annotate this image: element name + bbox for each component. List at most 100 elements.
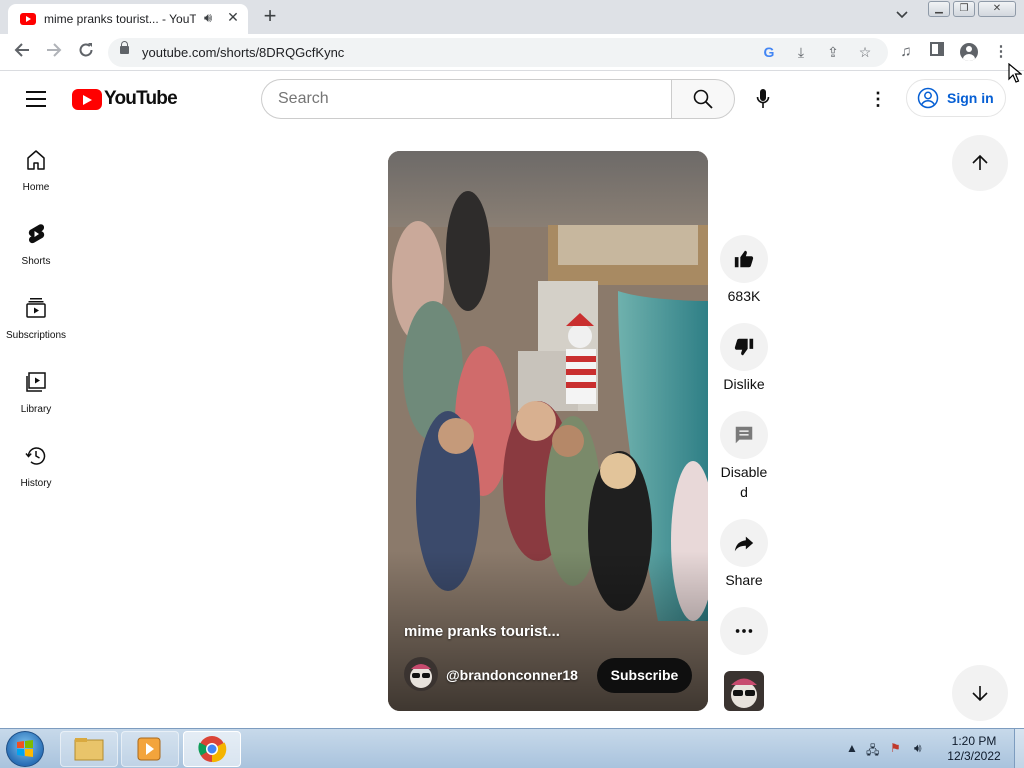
bookmark-star-icon[interactable]: ☆ xyxy=(856,43,874,61)
channel-avatar-image xyxy=(404,657,438,691)
guide-item-home[interactable]: Home xyxy=(0,148,72,218)
arrow-down-icon xyxy=(972,686,988,702)
sound-thumbnail-image xyxy=(724,671,764,711)
shorts-video-player[interactable]: mime pranks tourist... @brandonconner18 … xyxy=(388,151,708,711)
guide-menu-icon[interactable] xyxy=(26,91,46,107)
sound-thumbnail[interactable] xyxy=(724,671,764,711)
tab-title: mime pranks tourist... - YouTube xyxy=(44,12,196,26)
url-text[interactable]: youtube.com/shorts/8DRQGcfKync xyxy=(142,45,344,60)
thumbs-down-icon xyxy=(734,338,754,356)
guide-item-subscriptions[interactable]: Subscriptions xyxy=(0,296,72,366)
search-input[interactable] xyxy=(262,80,672,118)
lock-icon[interactable] xyxy=(120,41,129,54)
guide-label-library: Library xyxy=(20,404,52,415)
tab-close-icon[interactable]: ✕ xyxy=(224,9,242,27)
clock-date: 12/3/2022 xyxy=(947,749,1001,763)
tray-expand-icon[interactable]: ▲ xyxy=(846,741,858,755)
voice-search-button[interactable] xyxy=(743,79,783,119)
browser-toolbar: youtube.com/shorts/8DRQGcfKync G ⤓ ⇪ ☆ ♫… xyxy=(0,34,1024,71)
guide-item-history[interactable]: History xyxy=(0,444,72,514)
channel-avatar[interactable] xyxy=(404,657,438,691)
folder-icon xyxy=(74,738,104,761)
browser-tabstrip: mime pranks tourist... - YouTube 🔊︎ ✕ + … xyxy=(0,0,1024,34)
more-actions-button[interactable] xyxy=(720,607,768,655)
show-desktop-button[interactable] xyxy=(1014,729,1024,768)
history-icon xyxy=(25,447,46,465)
more-horizontal-icon xyxy=(735,629,753,633)
previous-short-button[interactable] xyxy=(952,135,1008,191)
youtube-logo[interactable]: YouTube xyxy=(72,88,178,110)
guide-label-history: History xyxy=(20,478,52,489)
media-controls-icon[interactable]: ♫ xyxy=(896,42,916,62)
share-page-icon[interactable]: ⇪ xyxy=(824,43,842,61)
share-arrow-icon xyxy=(734,536,754,552)
library-icon xyxy=(26,372,46,392)
search-button[interactable] xyxy=(671,79,735,119)
windows-logo-icon xyxy=(17,740,33,757)
action-center-flag-icon[interactable]: ⚑ xyxy=(890,741,901,755)
guide-label-shorts: Shorts xyxy=(21,256,51,267)
browser-tab[interactable]: mime pranks tourist... - YouTube 🔊︎ ✕ xyxy=(8,4,248,34)
guide-label-subscriptions: Subscriptions xyxy=(5,330,67,341)
guide-item-shorts[interactable]: Shorts xyxy=(0,222,72,292)
maximize-button[interactable]: ❐ xyxy=(953,1,975,17)
taskbar-media-player[interactable] xyxy=(121,731,179,767)
mouse-cursor-icon xyxy=(1008,63,1022,83)
minimize-button[interactable]: ▁ xyxy=(928,1,950,17)
search-icon xyxy=(693,89,713,109)
like-count: 683K xyxy=(727,288,761,304)
volume-icon[interactable]: 🔊︎ xyxy=(914,741,922,756)
sign-in-button[interactable]: Sign in xyxy=(906,79,1006,117)
chrome-menu-icon[interactable]: ⋮ xyxy=(991,42,1011,62)
taskbar-chrome[interactable] xyxy=(183,731,241,767)
next-short-button[interactable] xyxy=(952,665,1008,721)
clock-time: 1:20 PM xyxy=(951,734,997,748)
guide-item-library[interactable]: Library xyxy=(0,370,72,440)
home-icon xyxy=(27,150,45,170)
share-label: Share xyxy=(725,572,763,588)
tab-audio-icon[interactable]: 🔊︎ xyxy=(204,10,212,26)
arrow-up-icon xyxy=(972,154,988,170)
sign-in-label: Sign in xyxy=(947,90,994,106)
subscriptions-icon xyxy=(26,298,46,318)
back-button[interactable] xyxy=(10,40,34,64)
address-bar[interactable]: youtube.com/shorts/8DRQGcfKync G ⤓ ⇪ ☆ xyxy=(108,38,888,67)
short-title[interactable]: mime pranks tourist... xyxy=(404,623,560,640)
forward-button[interactable] xyxy=(42,40,66,64)
settings-kebab-icon[interactable]: ⋮ xyxy=(866,87,890,111)
comments-button[interactable] xyxy=(720,411,768,459)
new-tab-button[interactable]: + xyxy=(258,4,282,28)
tab-search-chevron-icon[interactable] xyxy=(896,8,908,22)
side-panel-icon[interactable] xyxy=(927,42,947,62)
dislike-label: Dislike xyxy=(723,376,765,392)
comments-label: Disabled xyxy=(720,464,768,500)
start-button[interactable] xyxy=(6,731,44,767)
thumbs-up-icon xyxy=(734,250,754,268)
google-lens-icon[interactable]: G xyxy=(760,43,778,61)
account-circle-icon xyxy=(917,87,939,109)
profile-icon[interactable] xyxy=(959,42,979,62)
comment-icon xyxy=(735,426,753,444)
youtube-logo-text: YouTube xyxy=(104,88,178,109)
share-button[interactable] xyxy=(720,519,768,567)
shorts-icon xyxy=(28,224,45,244)
youtube-favicon-icon xyxy=(20,13,36,25)
chrome-icon xyxy=(198,736,227,763)
taskbar-clock[interactable]: 1:20 PM 12/3/2022 xyxy=(936,734,1012,764)
reload-button[interactable] xyxy=(74,40,98,64)
subscribe-button[interactable]: Subscribe xyxy=(597,658,692,693)
microphone-icon xyxy=(756,89,770,108)
like-button[interactable] xyxy=(720,235,768,283)
guide-label-home: Home xyxy=(22,182,50,193)
youtube-logo-icon xyxy=(72,88,102,110)
windows-taskbar: ▲ 🖧︎ ⚑ 🔊︎ 1:20 PM 12/3/2022 xyxy=(0,728,1024,768)
install-app-icon[interactable]: ⤓ xyxy=(792,43,810,61)
channel-name[interactable]: @brandonconner18 xyxy=(446,667,578,683)
window-close-button[interactable]: ✕ xyxy=(978,1,1016,17)
media-player-icon xyxy=(137,737,161,761)
dislike-button[interactable] xyxy=(720,323,768,371)
taskbar-file-explorer[interactable] xyxy=(60,731,118,767)
network-icon[interactable]: 🖧︎ xyxy=(866,741,879,762)
search-box xyxy=(261,79,672,119)
youtube-masthead: YouTube ⋮ Sign in xyxy=(0,71,1024,127)
